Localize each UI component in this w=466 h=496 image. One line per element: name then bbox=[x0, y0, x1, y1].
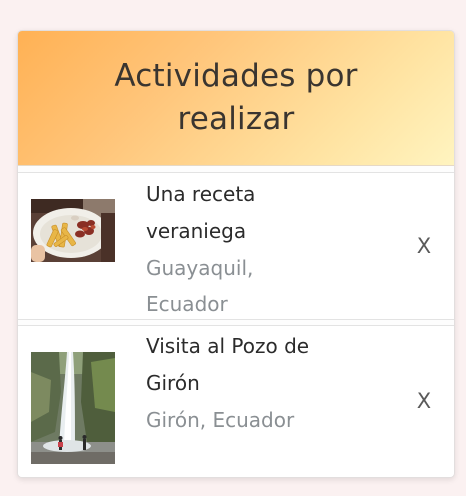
page-title-line-2: realizar bbox=[177, 101, 295, 137]
card-header: Actividades por realizar bbox=[18, 31, 454, 166]
remove-activity-button[interactable]: X bbox=[410, 232, 438, 260]
activity-title-line-2: Girón bbox=[146, 371, 200, 395]
activity-text: Una receta veraniega Guayaquil, Ecuador bbox=[146, 176, 386, 322]
page-title-line-1: Actividades por bbox=[114, 58, 358, 94]
remove-activity-button[interactable]: X bbox=[410, 387, 438, 415]
activity-location-line-1: Guayaquil, bbox=[146, 256, 254, 280]
activity-location: Guayaquil, Ecuador bbox=[146, 250, 386, 322]
activity-title-line-2: veraniega bbox=[146, 219, 247, 243]
activity-title-line-1: Visita al Pozo de bbox=[146, 334, 310, 358]
activity-location-line-1: Girón, Ecuador bbox=[146, 408, 295, 432]
activity-text: Visita al Pozo de Girón Girón, Ecuador bbox=[146, 328, 386, 438]
activity-location-line-2: Ecuador bbox=[146, 292, 228, 316]
list-item[interactable]: Una receta veraniega Guayaquil, Ecuador … bbox=[18, 172, 454, 320]
list-item[interactable]: Visita al Pozo de Girón Girón, Ecuador X bbox=[18, 325, 454, 477]
waterfall-photo bbox=[31, 352, 115, 464]
activities-card: Actividades por realizar Una receta vera… bbox=[17, 30, 455, 478]
activity-location: Girón, Ecuador bbox=[146, 402, 386, 438]
activity-title: Una receta veraniega bbox=[146, 176, 386, 250]
activity-title: Visita al Pozo de Girón bbox=[146, 328, 386, 402]
activity-title-line-1: Una receta bbox=[146, 182, 256, 206]
page-title: Actividades por realizar bbox=[114, 55, 357, 141]
food-plate-photo bbox=[31, 199, 115, 262]
